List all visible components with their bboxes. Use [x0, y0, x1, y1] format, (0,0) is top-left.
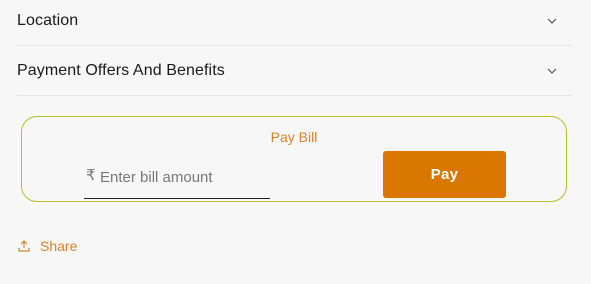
share-label: Share	[40, 238, 78, 254]
pay-button[interactable]: Pay	[383, 151, 506, 198]
pay-bill-title: Pay Bill	[270, 129, 318, 145]
chevron-down-icon	[547, 18, 557, 24]
accordion-item-label: Location	[17, 12, 79, 29]
bill-amount-field: ₹	[84, 161, 270, 199]
rupee-symbol: ₹	[86, 167, 96, 184]
bill-amount-input[interactable]	[100, 163, 268, 191]
accordion-item-location[interactable]: Location	[17, 0, 572, 46]
accordion-item-payment-offers[interactable]: Payment Offers And Benefits	[17, 50, 572, 96]
pay-bill-card: Pay Bill ₹ Pay	[21, 116, 567, 202]
accordion-item-label: Payment Offers And Benefits	[17, 62, 225, 79]
share-icon	[18, 240, 30, 252]
share-link[interactable]: Share	[18, 236, 77, 256]
chevron-down-icon	[547, 68, 557, 74]
